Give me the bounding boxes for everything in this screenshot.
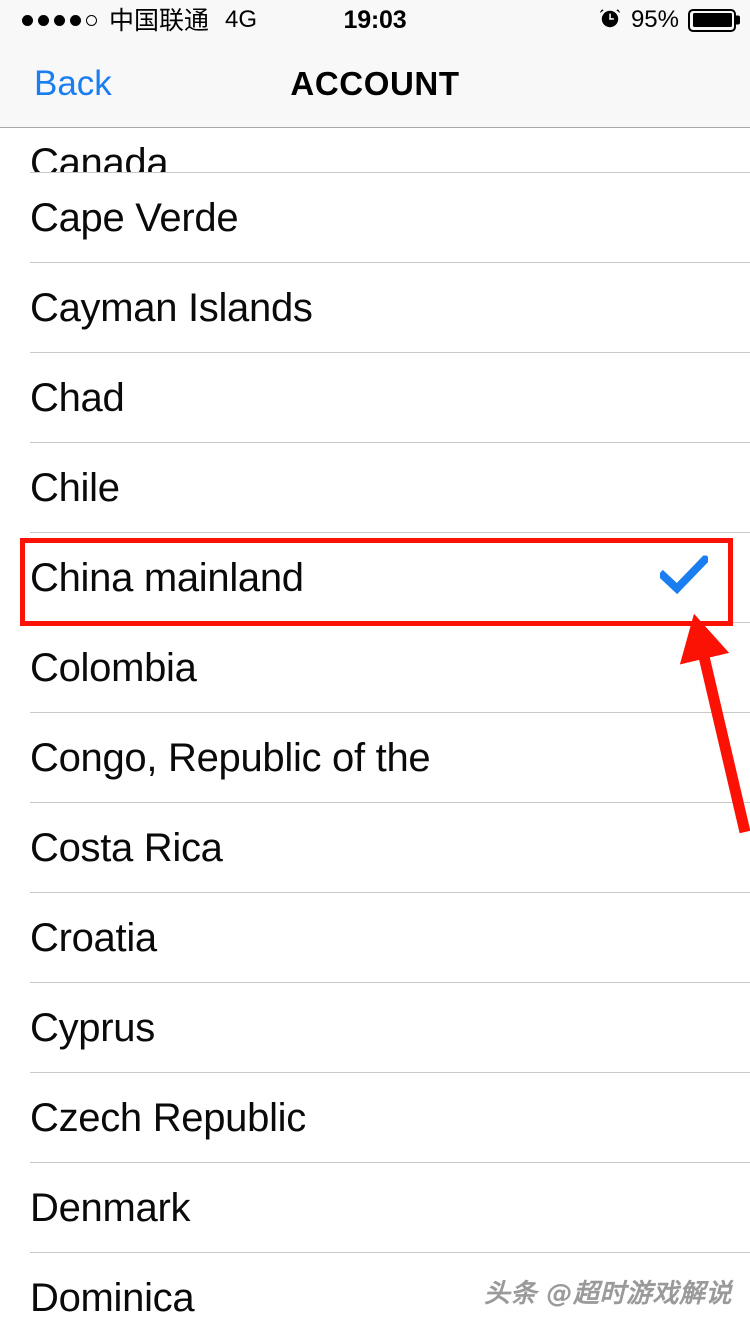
- list-item-label: Costa Rica: [30, 826, 223, 870]
- list-item[interactable]: Denmark: [0, 1163, 750, 1253]
- list-item-label: Congo, Republic of the: [30, 736, 431, 780]
- list-item-label: Chad: [30, 376, 125, 420]
- status-bar: 中国联通 4G 19:03 95%: [0, 0, 750, 40]
- list-item[interactable]: Chad: [0, 353, 750, 443]
- list-item[interactable]: China mainland: [0, 533, 750, 623]
- list-item-label: China mainland: [30, 556, 304, 600]
- list-item-label: Chile: [30, 466, 120, 510]
- battery-percentage: 95%: [630, 6, 679, 33]
- list-item-label: Colombia: [30, 646, 197, 690]
- page-title: ACCOUNT: [290, 64, 460, 102]
- phone-screen: 中国联通 4G 19:03 95% Back ACCOUNT Canada Ca…: [0, 0, 750, 1334]
- list-item[interactable]: Congo, Republic of the: [0, 713, 750, 803]
- list-item[interactable]: Cayman Islands: [0, 263, 750, 353]
- list-item-label: Croatia: [30, 916, 157, 960]
- list-item[interactable]: Colombia: [0, 623, 750, 713]
- list-item-label: Czech Republic: [30, 1096, 306, 1140]
- alarm-clock-icon: [598, 6, 622, 35]
- list-item[interactable]: Czech Republic: [0, 1073, 750, 1163]
- list-item-label: Cyprus: [30, 1006, 155, 1050]
- list-item[interactable]: Costa Rica: [0, 803, 750, 893]
- list-item-label: Denmark: [30, 1186, 191, 1230]
- list-item-label: Dominica: [30, 1276, 195, 1320]
- list-item-label: Cape Verde: [30, 196, 239, 240]
- list-item[interactable]: Croatia: [0, 893, 750, 983]
- list-item-label: Cayman Islands: [30, 286, 313, 330]
- navigation-bar: Back ACCOUNT: [0, 40, 750, 128]
- watermark: 头条 @超时游戏解说: [483, 1279, 732, 1309]
- status-bar-right: 95%: [598, 6, 740, 35]
- list-item[interactable]: Chile: [0, 443, 750, 533]
- country-list[interactable]: Canada Cape Verde Cayman Islands Chad Chile C…: [0, 129, 750, 1334]
- list-item[interactable]: Cape Verde: [0, 173, 750, 263]
- checkmark-icon: [657, 553, 711, 601]
- list-item[interactable]: Canada: [0, 129, 750, 183]
- battery-icon: [688, 8, 740, 32]
- list-item[interactable]: Cyprus: [0, 983, 750, 1073]
